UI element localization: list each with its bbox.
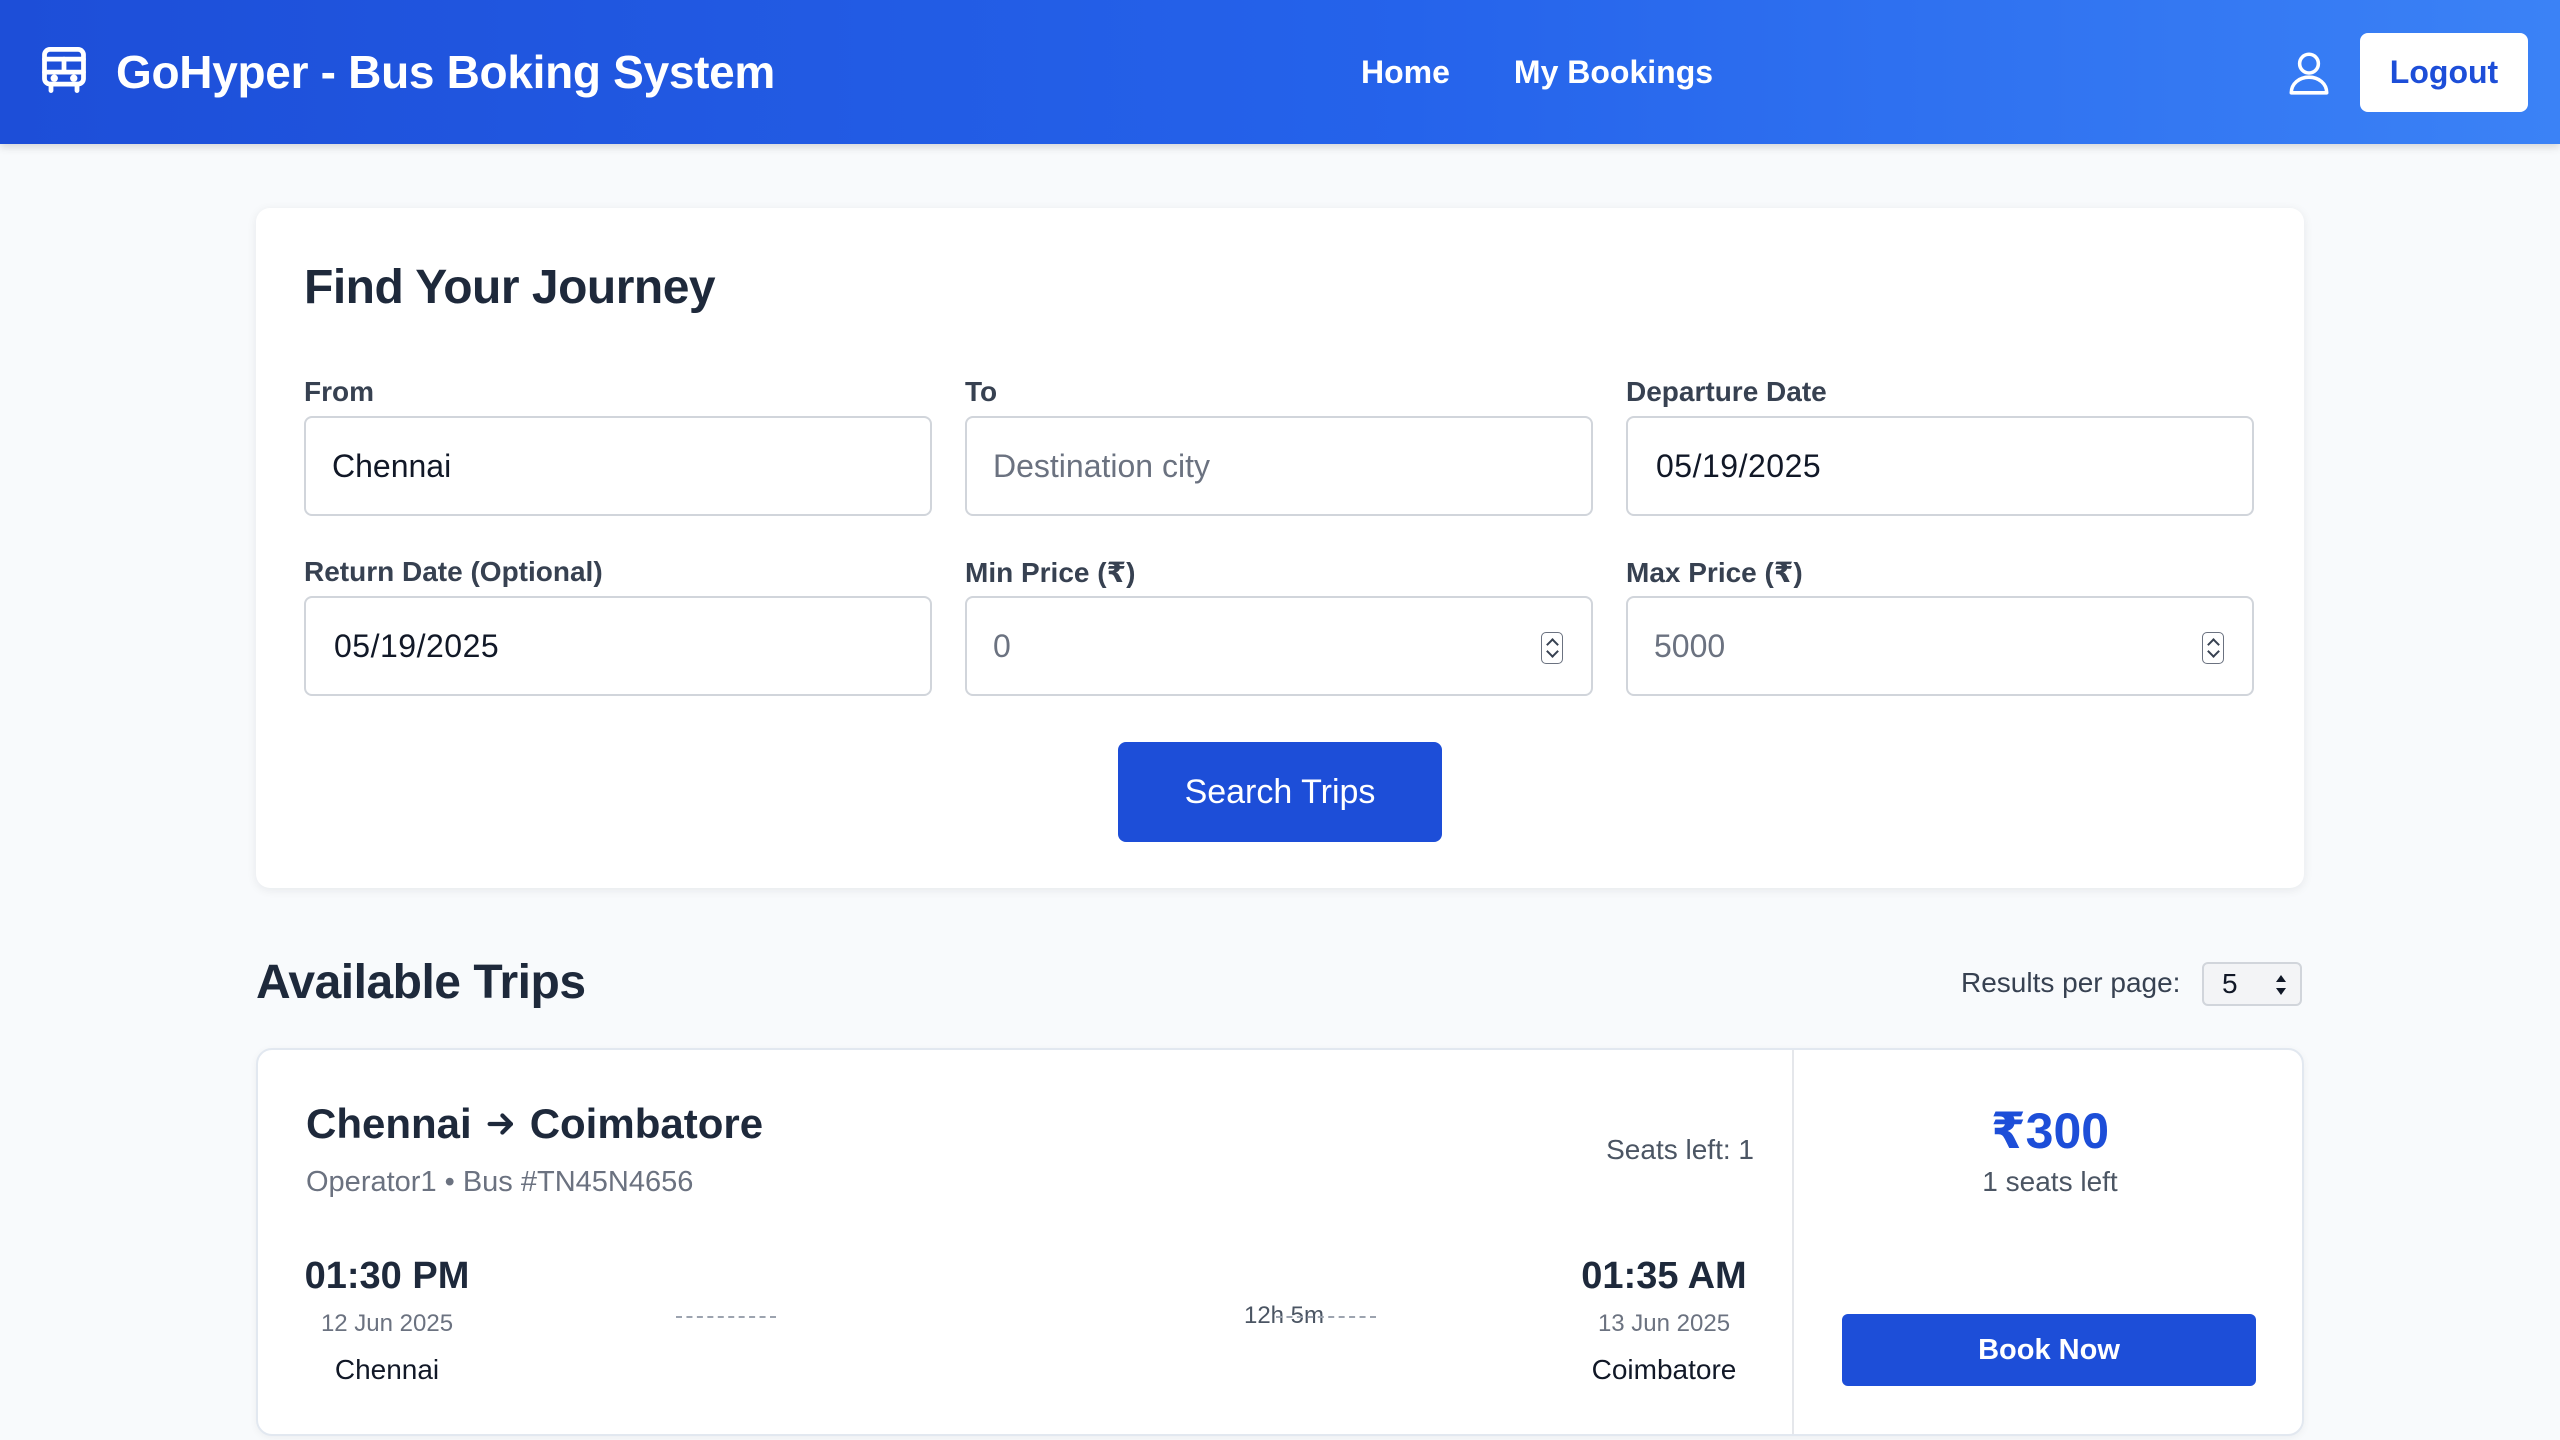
departure-date: 12 Jun 2025 xyxy=(320,1310,454,1337)
min-price-field xyxy=(965,596,1593,696)
arrival-date: 13 Jun 2025 xyxy=(1597,1310,1731,1337)
nav-link-my-bookings[interactable]: My Bookings xyxy=(1514,54,1713,91)
search-trips-button[interactable]: Search Trips xyxy=(1118,742,1442,842)
user-icon[interactable] xyxy=(2284,48,2334,98)
trip-operator-info: Operator1 • Bus #TN45N4656 xyxy=(306,1166,694,1198)
arrival-block: 01:35 AM 13 Jun 2025 Coimbatore xyxy=(1564,1255,1764,1386)
departure-city: Chennai xyxy=(334,1354,440,1385)
departure-block: 01:30 PM 12 Jun 2025 Chennai xyxy=(287,1255,487,1386)
bus-icon xyxy=(38,44,90,101)
arrival-city: Coimbatore xyxy=(1591,1354,1737,1385)
results-per-page-select[interactable]: 5 xyxy=(2202,962,2302,1006)
arrow-right-icon xyxy=(487,1113,513,1135)
to-input[interactable] xyxy=(967,418,1591,514)
max-price-label: Max Price (₹) xyxy=(1626,557,1803,588)
trip-card: Chennai Coimbatore Operator1 • Bus #TN45… xyxy=(256,1048,2304,1436)
select-arrows-icon xyxy=(2276,975,2286,995)
from-field xyxy=(304,416,932,516)
logout-button[interactable]: Logout xyxy=(2360,33,2528,112)
max-price-field xyxy=(1626,596,2254,696)
departure-date-input[interactable] xyxy=(1628,418,2252,514)
departure-date-label: Departure Date xyxy=(1626,376,1827,407)
max-price-stepper[interactable] xyxy=(2202,632,2224,664)
min-price-stepper[interactable] xyxy=(1541,632,1563,664)
return-date-field xyxy=(304,596,932,696)
results-per-page-label: Results per page: xyxy=(1961,967,2181,998)
trip-route: Chennai Coimbatore xyxy=(306,1100,763,1148)
to-field xyxy=(965,416,1593,516)
arrival-time: 01:35 AM xyxy=(1581,1255,1747,1297)
departure-date-field xyxy=(1626,416,2254,516)
departure-time: 01:30 PM xyxy=(304,1255,470,1297)
from-label: From xyxy=(304,376,374,407)
brand-title: GoHyper - Bus Boking System xyxy=(116,46,776,98)
available-trips-title: Available Trips xyxy=(256,956,586,1009)
return-date-label: Return Date (Optional) xyxy=(304,556,603,587)
brand[interactable]: GoHyper - Bus Boking System xyxy=(38,40,775,104)
results-per-page-value: 5 xyxy=(2222,968,2238,999)
min-price-label: Min Price (₹) xyxy=(965,557,1136,588)
duration-line-right xyxy=(1276,1316,1376,1318)
nav-link-home[interactable]: Home xyxy=(1361,54,1450,91)
trip-price: ₹300 xyxy=(1990,1103,2110,1159)
return-date-input[interactable] xyxy=(306,598,930,694)
search-card-title: Find Your Journey xyxy=(304,261,716,314)
navbar: GoHyper - Bus Boking System Home My Book… xyxy=(0,0,2560,144)
nav-links: Home My Bookings xyxy=(1361,48,1713,96)
trip-seats-small: Seats left: 1 xyxy=(1606,1134,1754,1165)
from-input[interactable] xyxy=(306,418,930,514)
trip-seats-left: 1 seats left xyxy=(1982,1166,2118,1197)
book-now-button[interactable]: Book Now xyxy=(1842,1314,2256,1386)
min-price-input[interactable] xyxy=(967,598,1591,694)
search-card: Find Your Journey From To Departure Date… xyxy=(256,208,2304,888)
duration-line-left xyxy=(676,1316,776,1318)
max-price-input[interactable] xyxy=(1628,598,2252,694)
to-label: To xyxy=(965,376,998,407)
trip-origin: Chennai xyxy=(306,1100,472,1147)
trip-destination: Coimbatore xyxy=(529,1100,764,1147)
